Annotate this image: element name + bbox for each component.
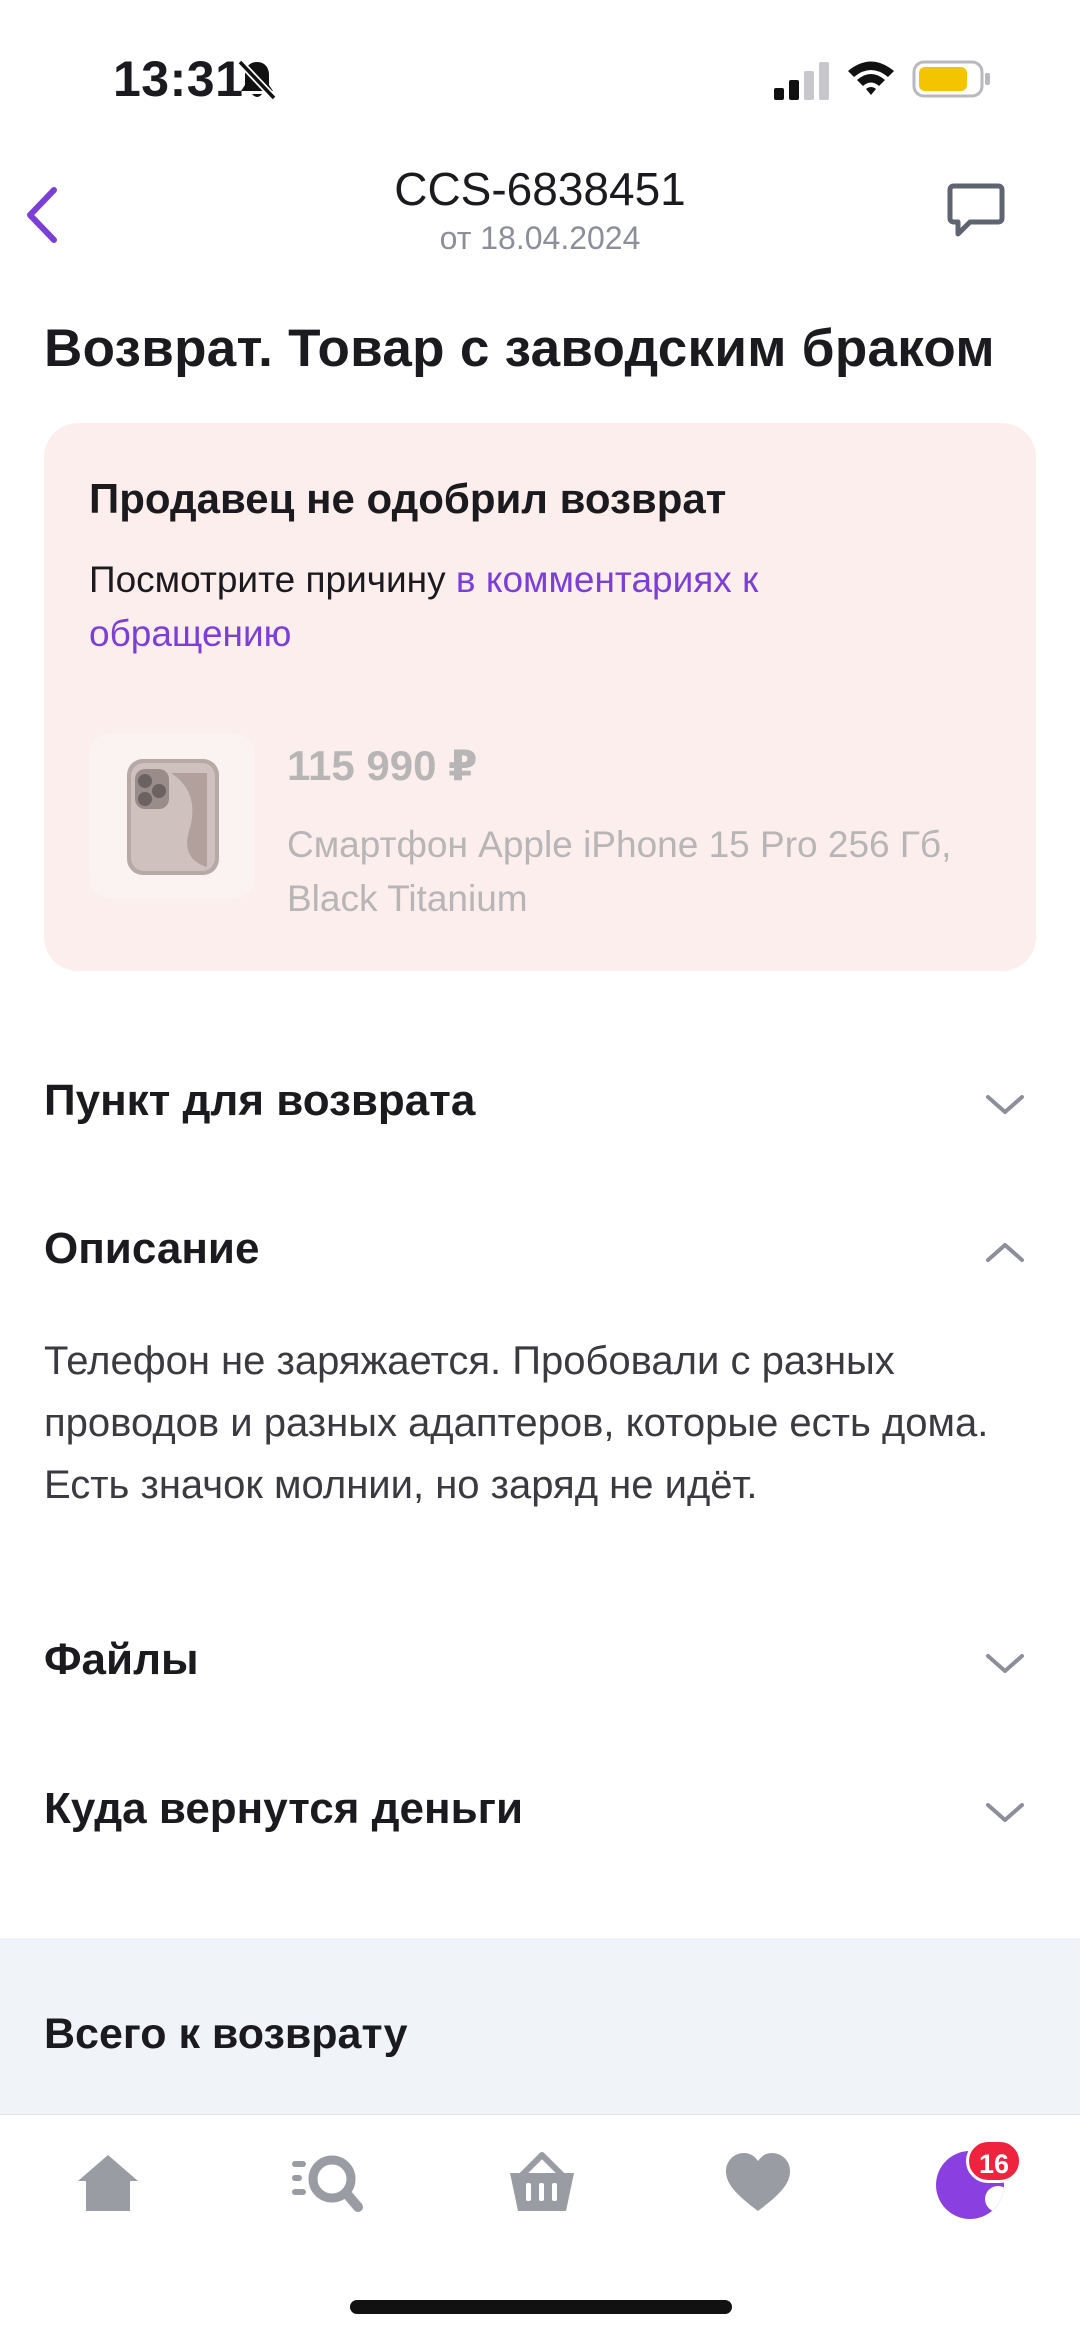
battery-icon — [912, 60, 990, 98]
total-section: Всего к возврату — [0, 1938, 1080, 2114]
wifi-icon — [848, 61, 894, 95]
bell-slash-icon — [237, 59, 277, 101]
product-image[interactable] — [89, 733, 255, 899]
home-icon — [78, 2155, 138, 2211]
status-title: Продавец не одобрил возврат — [89, 475, 727, 522]
status-bar: 13:31 — [0, 0, 1080, 160]
favorites-heart-icon — [726, 2153, 790, 2211]
status-time: 13:31 — [113, 51, 244, 107]
section-refund-destination[interactable]: Куда вернутся деньги — [44, 1772, 1036, 1852]
section-title: Файлы — [44, 1635, 199, 1684]
section-title: Описание — [44, 1224, 260, 1273]
notification-badge: 16 — [966, 2139, 1022, 2183]
product-price: 115 990 ₽ — [287, 742, 478, 789]
catalog-search-icon — [292, 2155, 363, 2212]
section-description[interactable]: Описание — [44, 1212, 1036, 1292]
chevron-up-icon — [986, 1243, 1024, 1262]
tab-catalog[interactable] — [264, 2129, 384, 2239]
chevron-down-icon — [986, 1095, 1024, 1114]
section-title: Куда вернутся деньги — [44, 1784, 523, 1833]
tab-home[interactable] — [48, 2129, 168, 2239]
product-name[interactable]: Смартфон Apple iPhone 15 Pro 256 Гб, Bla… — [287, 818, 987, 926]
signal-icon — [774, 62, 829, 100]
description-text: Телефон не заряжается. Пробовали с разны… — [44, 1339, 989, 1507]
home-indicator — [350, 2300, 732, 2314]
section-title: Пункт для возврата — [44, 1076, 476, 1125]
order-date: от 18.04.2024 — [439, 220, 641, 256]
tab-favorites[interactable] — [696, 2129, 816, 2239]
phone-image-icon — [127, 759, 219, 875]
chevron-down-icon — [986, 1803, 1024, 1822]
status-message-text: Посмотрите причину — [89, 559, 456, 600]
order-number: CCS-6838451 — [394, 163, 686, 215]
total-label: Всего к возврату — [44, 2010, 408, 2058]
section-return-point[interactable]: Пункт для возврата — [44, 1064, 1036, 1144]
chat-bubble-icon[interactable] — [944, 178, 1008, 242]
chevron-down-icon — [986, 1654, 1024, 1673]
return-status-card: Продавец не одобрил возврат Посмотрите п… — [44, 423, 1036, 971]
section-files[interactable]: Файлы — [44, 1623, 1036, 1703]
cart-icon — [510, 2152, 574, 2211]
tab-cart[interactable] — [480, 2129, 600, 2239]
order-header: CCS-6838451 от 18.04.2024 — [0, 160, 1080, 280]
status-message: Посмотрите причину в комментариях к обра… — [89, 553, 849, 661]
page-title: Возврат. Товар с заводским браком — [44, 319, 995, 378]
tab-profile[interactable]: 16 — [912, 2129, 1032, 2239]
